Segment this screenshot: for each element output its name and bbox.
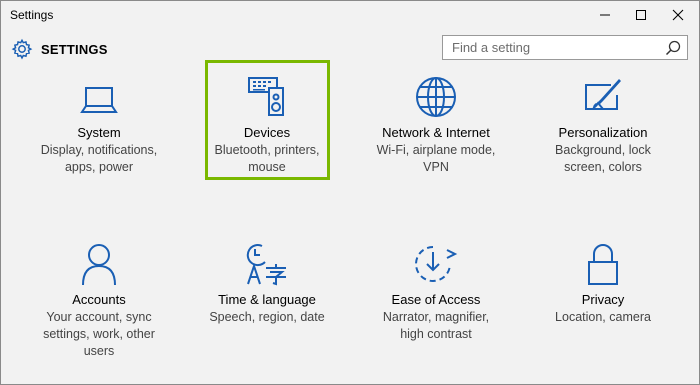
tile-name: Time & language [218,292,316,307]
page-title: SETTINGS [41,41,108,57]
tile-description: Background, lock screen, colors [523,142,683,176]
tile-name: System [77,125,121,140]
lock-icon [588,244,618,285]
tile-name: Privacy [581,292,625,307]
devices-icon [248,77,284,116]
tile-desc-line: VPN [423,160,449,174]
search-box[interactable] [442,35,688,60]
maximize-icon [636,10,646,20]
tile-privacy[interactable]: Privacy Location, camera [523,238,683,326]
person-icon [82,244,116,286]
search-icon[interactable] [665,40,681,56]
tile-description: Bluetooth, printers, mouse [187,142,347,176]
tile-desc-line: Speech, region, date [209,310,325,324]
search-input[interactable] [443,36,662,59]
maximize-button[interactable] [624,1,658,29]
tile-desc-line: Narrator, magnifier, [382,310,490,324]
ease-of-access-icon [415,246,458,282]
tile-desc-line: Wi-Fi, airplane mode, [376,143,496,157]
tile-desc-line: users [83,344,115,358]
tile-personalization[interactable]: Personalization Background, lock screen,… [523,71,683,176]
tile-system[interactable]: System Display, notifications, apps, pow… [19,71,179,176]
tile-desc-line: high contrast [400,327,472,341]
tile-name: Accounts [72,292,126,307]
laptop-icon [80,87,118,113]
time-language-icon [246,244,286,286]
tile-devices[interactable]: Devices Bluetooth, printers, mouse [187,71,347,176]
title-bar[interactable]: Settings [1,1,699,29]
tile-accounts[interactable]: Accounts Your account, sync settings, wo… [19,238,179,360]
tile-time-language[interactable]: Time & language Speech, region, date [187,238,347,326]
tile-name: Devices [243,125,291,140]
tile-description: Speech, region, date [187,309,347,326]
tile-desc-line: Location, camera [555,310,651,324]
tile-desc-line: settings, work, other [43,327,155,341]
tile-desc-line: apps, power [64,160,134,174]
tile-desc-line: mouse [248,160,286,174]
gear-icon [11,38,33,60]
window-title: Settings [10,8,54,22]
tile-description: Location, camera [523,309,683,326]
tile-desc-line: Bluetooth, printers, [214,143,320,157]
tile-description: Your account, sync settings, work, other… [19,309,179,360]
close-icon [672,9,684,21]
tile-desc-line: Display, notifications, [40,143,158,157]
tile-desc-line: Your account, sync [46,310,152,324]
tile-ease-of-access[interactable]: Ease of Access Narrator, magnifier, high… [356,238,516,343]
settings-header: SETTINGS [11,38,108,60]
tile-name: Ease of Access [391,292,481,307]
tile-name: Network & Internet [382,125,490,140]
minimize-button[interactable] [588,1,622,29]
globe-icon [416,77,456,117]
close-button[interactable] [661,1,695,29]
paint-icon [585,79,621,110]
settings-window: Settings SETTINGS Find a setting System … [0,0,700,385]
tile-description: Narrator, magnifier, high contrast [356,309,516,343]
minimize-icon [600,14,610,16]
tile-desc-line: Background, lock [555,143,651,157]
tile-network-internet[interactable]: Network & Internet Wi-Fi, airplane mode,… [356,71,516,176]
tile-name: Personalization [558,125,648,140]
tile-desc-line: screen, colors [564,160,642,174]
tile-description: Wi-Fi, airplane mode, VPN [356,142,516,176]
tile-description: Display, notifications, apps, power [19,142,179,176]
